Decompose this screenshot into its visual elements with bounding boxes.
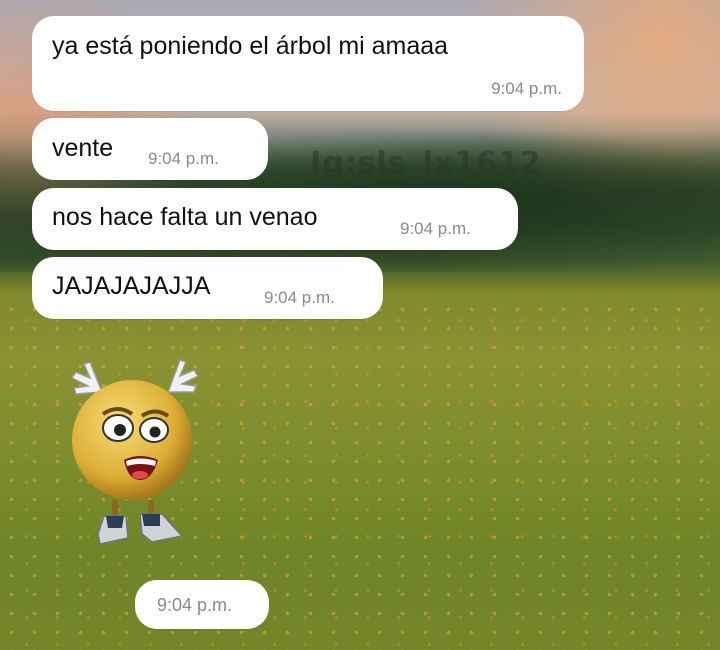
sticker-time-bubble[interactable]: 9:04 p.m. — [135, 580, 269, 629]
message-text: JAJAJAJAJJA — [52, 272, 211, 300]
message-bubble[interactable]: JAJAJAJAJJA 9:04 p.m. — [32, 257, 383, 319]
message-time: 9:04 p.m. — [400, 219, 471, 238]
message-text: vente — [52, 134, 114, 162]
reindeer-emoji-sticker-icon[interactable] — [60, 352, 210, 567]
message-time: 9:04 p.m. — [157, 595, 233, 615]
message-time: 9:04 p.m. — [264, 288, 335, 307]
message-time: 9:04 p.m. — [148, 149, 219, 168]
watermark-text: Ig:sls_lx1612 — [310, 146, 542, 181]
message-bubble[interactable]: vente 9:04 p.m. — [32, 118, 268, 180]
message-text: ya está poniendo el árbol mi amaaa — [52, 32, 449, 60]
message-bubble[interactable]: nos hace falta un venao 9:04 p.m. — [32, 188, 518, 250]
message-text: nos hace falta un venao — [52, 203, 318, 231]
message-time: 9:04 p.m. — [491, 79, 562, 98]
message-bubble[interactable]: ya está poniendo el árbol mi amaaa 9:04 … — [32, 16, 584, 111]
